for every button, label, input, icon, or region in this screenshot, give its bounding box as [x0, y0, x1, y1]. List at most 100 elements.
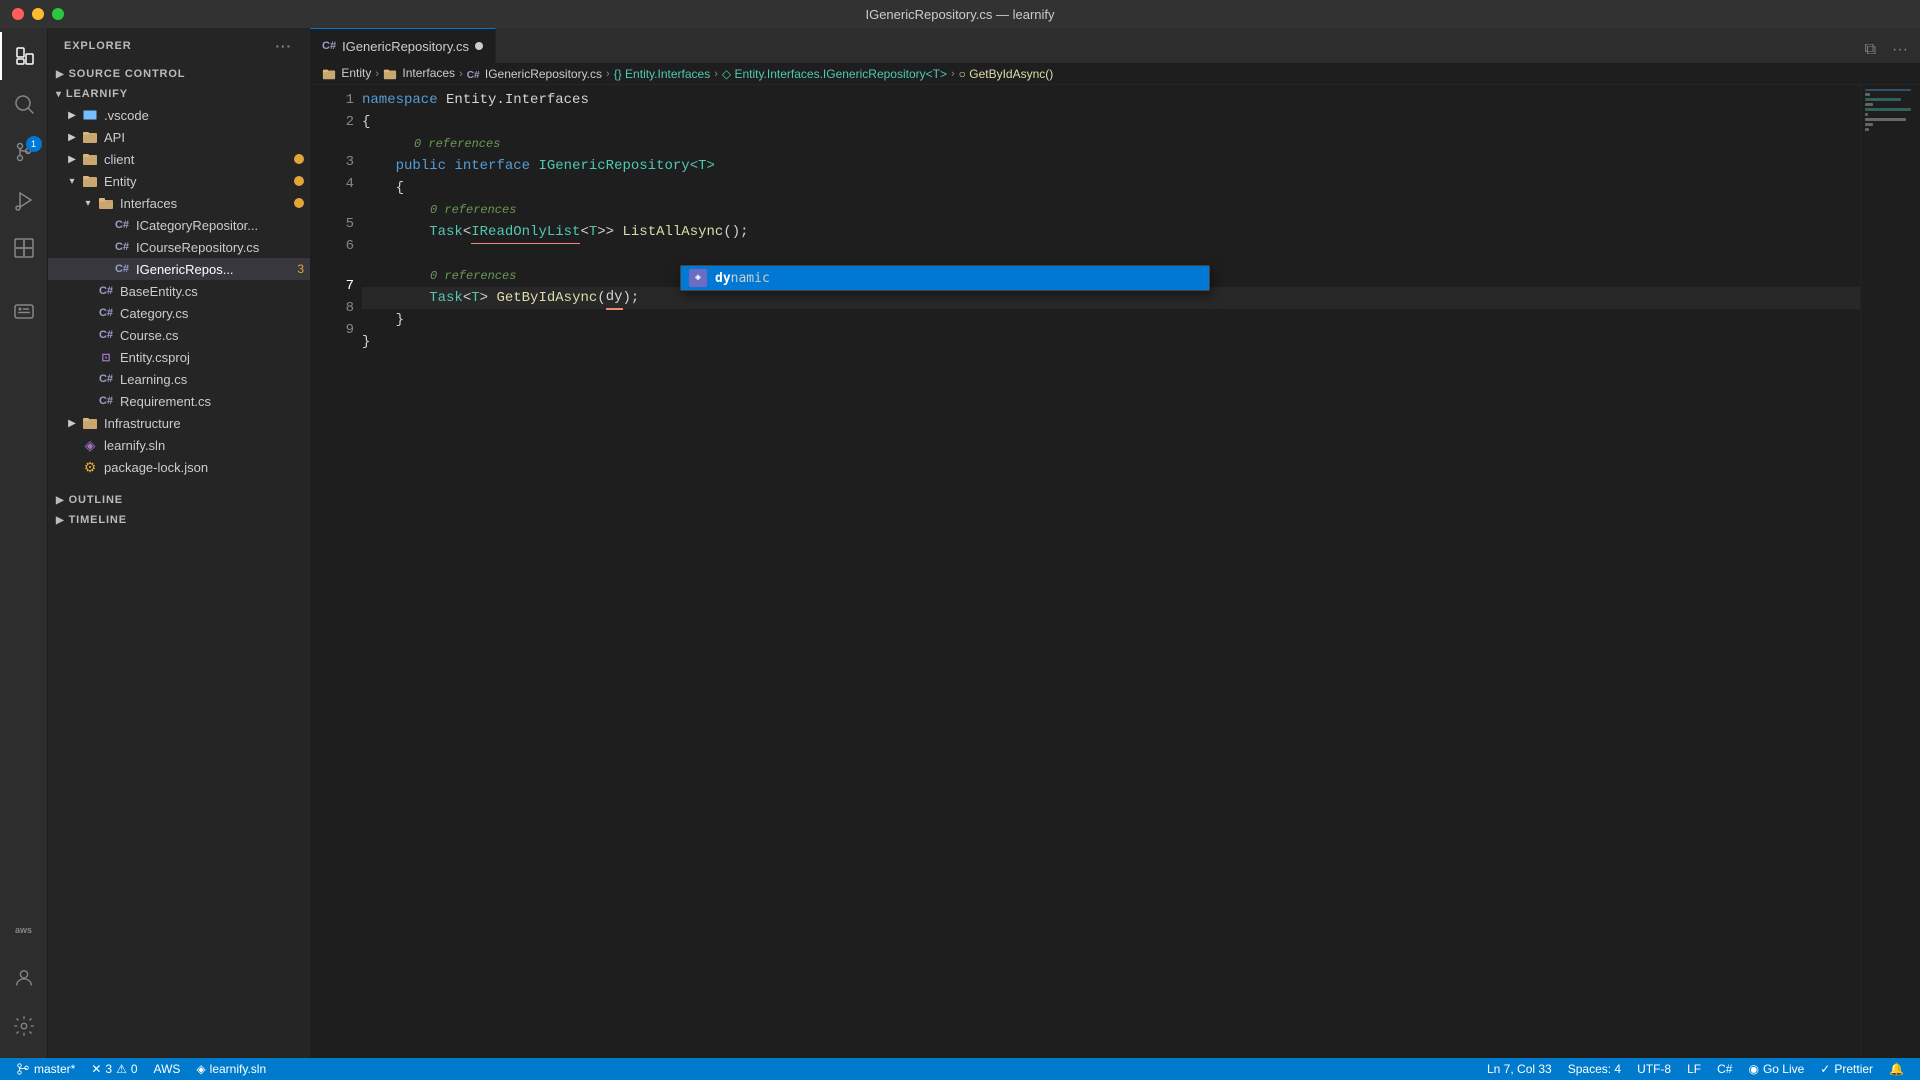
outline-chevron: ▶ — [56, 495, 65, 506]
line-numbers: 1 2 · 3 4 · 5 6 · 7 8 9 — [310, 85, 362, 1058]
learnify-chevron: ▾ — [56, 89, 62, 100]
status-aws[interactable]: AWS — [146, 1058, 189, 1080]
tree-item-icourserepo[interactable]: ▶ C# ICourseRepository.cs — [48, 236, 310, 258]
tree-item-learning[interactable]: ▶ C# Learning.cs — [48, 368, 310, 390]
breadcrumb-sep-3: › — [606, 68, 610, 80]
learnify-section[interactable]: ▾ LEARNIFY — [48, 84, 310, 104]
timeline-section[interactable]: ▶ TIMELINE — [48, 510, 310, 530]
timeline-chevron: ▶ — [56, 515, 65, 526]
breadcrumb-method[interactable]: ○ GetByIdAsync() — [959, 67, 1054, 81]
line-ending-text: LF — [1687, 1062, 1701, 1076]
tree-item-requirement[interactable]: ▶ C# Requirement.cs — [48, 390, 310, 412]
run-activity-icon[interactable] — [0, 176, 48, 224]
sln-icon: ◈ — [80, 437, 100, 454]
tree-label-packagelockjson: package-lock.json — [104, 460, 310, 475]
source-control-section[interactable]: ▶ SOURCE CONTROL — [48, 64, 310, 84]
minimap-line-2 — [1865, 93, 1870, 96]
line-num-7: 7 — [310, 275, 354, 297]
outline-section[interactable]: ▶ OUTLINE — [48, 490, 310, 510]
outline-label: OUTLINE — [69, 494, 123, 506]
tree-item-igenericrepo[interactable]: ▶ C# IGenericRepos... 3 — [48, 258, 310, 280]
status-bell[interactable]: 🔔 — [1881, 1062, 1912, 1076]
breadcrumb-interface[interactable]: ◇ Entity.Interfaces.IGenericRepository<T… — [722, 67, 947, 81]
tree-chevron-vscode: ▶ — [64, 110, 80, 121]
account-activity-icon[interactable] — [0, 954, 48, 1002]
tree-item-baseentity[interactable]: ▶ C# BaseEntity.cs — [48, 280, 310, 302]
extensions-activity-icon[interactable] — [0, 224, 48, 272]
prettier-text: Prettier — [1834, 1062, 1873, 1076]
cs-icon-baseentity: C# — [96, 285, 116, 297]
status-encoding[interactable]: UTF-8 — [1629, 1062, 1679, 1076]
split-editor-icon[interactable]: ⧉ — [1861, 37, 1880, 63]
status-position[interactable]: Ln 7, Col 33 — [1479, 1062, 1560, 1076]
activity-bar: 1 aws — [0, 28, 48, 1058]
tab-lang-icon: C# — [322, 40, 336, 52]
tree-item-icategoryrepo[interactable]: ▶ C# ICategoryRepositor... — [48, 214, 310, 236]
status-prettier[interactable]: ✓ Prettier — [1812, 1062, 1881, 1076]
lt2: < — [580, 221, 588, 243]
tree-label-baseentity: BaseEntity.cs — [120, 284, 310, 299]
prettier-icon: ✓ — [1820, 1062, 1830, 1076]
tab-modified-dot — [475, 42, 483, 50]
editor-content[interactable]: 1 2 · 3 4 · 5 6 · 7 8 9 namespace — [310, 85, 1920, 1058]
status-go-live[interactable]: ◉ Go Live — [1740, 1062, 1812, 1076]
tree-item-category[interactable]: ▶ C# Category.cs — [48, 302, 310, 324]
lt1: < — [463, 221, 471, 243]
breadcrumb-file[interactable]: C# IGenericRepository.cs — [467, 67, 602, 81]
source-control-label: SOURCE CONTROL — [69, 68, 186, 80]
error-icon: ✕ — [91, 1062, 101, 1076]
solution-icon: ◈ — [196, 1062, 205, 1076]
remote-activity-icon[interactable] — [0, 288, 48, 336]
source-control-chevron: ▶ — [56, 69, 65, 80]
timeline-label: TIMELINE — [69, 514, 127, 526]
minimize-button[interactable] — [32, 8, 44, 20]
tree-item-api[interactable]: ▶ API — [48, 126, 310, 148]
autocomplete-item-dynamic[interactable]: ◈ dynamic — [681, 266, 1209, 290]
explorer-activity-icon[interactable] — [0, 32, 48, 80]
tree-chevron-entity: ▾ — [64, 176, 80, 187]
sp1 — [446, 155, 454, 177]
branch-name: master* — [34, 1062, 75, 1076]
tree-item-vscode[interactable]: ▶ .vscode — [48, 104, 310, 126]
active-tab[interactable]: C# IGenericRepository.cs — [310, 28, 496, 63]
status-language[interactable]: C# — [1709, 1062, 1740, 1076]
tree-item-entity[interactable]: ▾ Entity — [48, 170, 310, 192]
sidebar-content: ▶ SOURCE CONTROL ▾ LEARNIFY ▶ .vscode — [48, 64, 310, 1058]
tree-item-entitycsproj[interactable]: ▶ ⊡ Entity.csproj — [48, 346, 310, 368]
language-text: C# — [1717, 1062, 1732, 1076]
code-lines[interactable]: namespace Entity.Interfaces { 0 referenc… — [362, 85, 1860, 1058]
tree-item-interfaces[interactable]: ▾ Interfaces — [48, 192, 310, 214]
code-hint-interface: 0 references — [362, 133, 1860, 155]
tree-label-course: Course.cs — [120, 328, 310, 343]
search-activity-icon[interactable] — [0, 80, 48, 128]
tree-item-client[interactable]: ▶ client — [48, 148, 310, 170]
status-errors[interactable]: ✕ 3 ⚠ 0 — [83, 1058, 145, 1080]
close-button[interactable] — [12, 8, 24, 20]
autocomplete-item-icon: ◈ — [689, 269, 707, 287]
more-options-icon[interactable]: ··· — [273, 36, 294, 56]
aws-activity-icon[interactable]: aws — [0, 906, 48, 954]
breadcrumb-namespace[interactable]: {} Entity.Interfaces — [614, 67, 711, 81]
tree-item-infrastructure[interactable]: ▶ Infrastructure — [48, 412, 310, 434]
breadcrumb-entity[interactable]: Entity — [322, 66, 371, 81]
warning-icon: ⚠ — [116, 1062, 127, 1076]
tree-item-learnifysln[interactable]: ▶ ◈ learnify.sln — [48, 434, 310, 456]
breadcrumb-interfaces[interactable]: Interfaces — [383, 66, 455, 81]
indent-5 — [362, 221, 429, 243]
tree-chevron-api: ▶ — [64, 132, 80, 143]
maximize-button[interactable] — [52, 8, 64, 20]
settings-activity-icon[interactable] — [0, 1002, 48, 1050]
autocomplete-highlight: dy — [715, 271, 731, 286]
status-spaces[interactable]: Spaces: 4 — [1560, 1062, 1629, 1076]
traffic-lights — [12, 8, 64, 20]
tree-item-packagelockjson[interactable]: ▶ ⚙ package-lock.json — [48, 456, 310, 478]
status-solution[interactable]: ◈ learnify.sln — [188, 1058, 274, 1080]
tree-item-course[interactable]: ▶ C# Course.cs — [48, 324, 310, 346]
minimap-line-3 — [1865, 98, 1901, 101]
status-line-ending[interactable]: LF — [1679, 1062, 1709, 1076]
status-branch[interactable]: master* — [8, 1058, 83, 1080]
more-actions-icon[interactable]: ··· — [1888, 37, 1912, 63]
title-bar: IGenericRepository.cs — learnify — [0, 0, 1920, 28]
tree-label-client: client — [104, 152, 294, 167]
source-control-activity-icon[interactable]: 1 — [0, 128, 48, 176]
